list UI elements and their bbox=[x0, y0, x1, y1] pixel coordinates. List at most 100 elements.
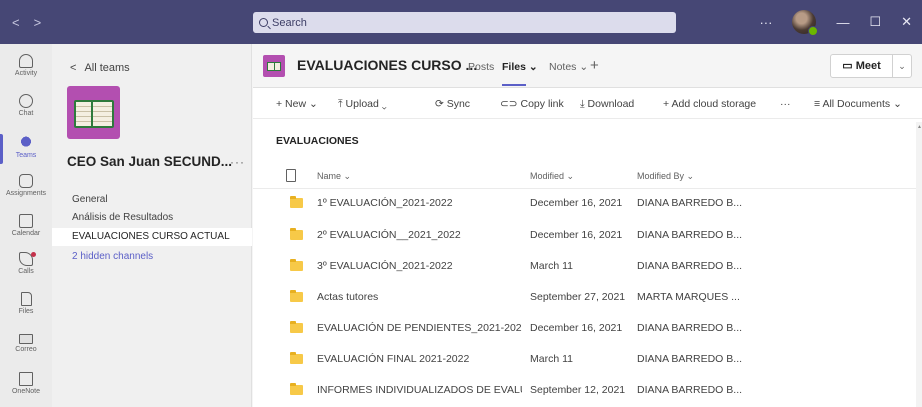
rail-activity[interactable]: Activity bbox=[0, 54, 52, 77]
scrollbar[interactable]: ▲ bbox=[916, 122, 922, 407]
meet-button[interactable]: ▭ Meet ⌄ bbox=[830, 54, 912, 78]
sync-button[interactable]: ⟳ Sync bbox=[435, 98, 470, 110]
add-cloud-storage-button[interactable]: + Add cloud storage bbox=[663, 98, 756, 110]
rail-files[interactable]: Files bbox=[0, 292, 52, 315]
rail-chat[interactable]: Chat bbox=[0, 94, 52, 117]
modified-date: December 16, 2021 bbox=[530, 197, 623, 209]
modified-by: DIANA BARREDO B... bbox=[637, 260, 743, 272]
title-bar: < > Search ··· — ☐ ✕ bbox=[0, 0, 922, 44]
rail-label: Correo bbox=[15, 346, 37, 353]
file-name[interactable]: 1º EVALUACIÓN_2021-2022 bbox=[317, 197, 522, 209]
assignments-icon bbox=[19, 174, 33, 188]
file-name[interactable]: EVALUACIÓN FINAL 2021-2022 bbox=[317, 353, 522, 365]
more-actions-button[interactable]: ··· bbox=[780, 98, 791, 110]
view-selector[interactable]: ≡ All Documents ⌄ bbox=[814, 98, 902, 110]
modified-date: March 11 bbox=[530, 353, 573, 365]
upload-button[interactable]: ⤒ Upload ⌄ bbox=[338, 98, 387, 111]
all-teams-link[interactable]: < All teams bbox=[70, 62, 130, 74]
all-teams-label: All teams bbox=[84, 62, 130, 74]
hidden-channels-link[interactable]: 2 hidden channels bbox=[52, 248, 252, 266]
download-button[interactable]: ⤓ Download bbox=[580, 98, 634, 111]
channel-evaluaciones[interactable]: EVALUACIONES CURSO ACTUAL bbox=[52, 228, 252, 246]
rail-label: Chat bbox=[18, 110, 34, 117]
modified-by: DIANA BARREDO B... bbox=[637, 322, 743, 334]
column-modified[interactable]: Modified ⌄ bbox=[530, 171, 574, 182]
table-header: Name ⌄ Modified ⌄ Modified By ⌄ bbox=[253, 163, 922, 189]
column-name[interactable]: Name ⌄ bbox=[317, 171, 351, 182]
team-more-button[interactable]: ··· bbox=[230, 155, 245, 169]
channel-analisis[interactable]: Análisis de Resultados bbox=[52, 209, 252, 227]
chevron-down-icon[interactable]: ⌄ bbox=[893, 61, 911, 72]
table-row[interactable]: Actas tutores September 27, 2021 MARTA M… bbox=[253, 281, 922, 313]
table-row[interactable]: EVALUACIÓN FINAL 2021-2022 March 11 DIAN… bbox=[253, 343, 922, 375]
tab-posts[interactable]: Posts bbox=[468, 61, 494, 73]
maximize-button[interactable]: ☐ bbox=[869, 14, 881, 30]
channel-general[interactable]: General bbox=[52, 191, 252, 209]
search-placeholder: Search bbox=[272, 16, 307, 29]
more-options-button[interactable]: ··· bbox=[759, 15, 772, 30]
file-name[interactable]: Actas tutores bbox=[317, 291, 522, 303]
modified-by: DIANA BARREDO B... bbox=[637, 229, 743, 241]
book-icon bbox=[73, 99, 114, 128]
history-nav: < > bbox=[0, 15, 252, 30]
modified-by: DIANA BARREDO B... bbox=[637, 197, 743, 209]
files-toolbar: + New ⌄ ⤒ Upload ⌄ ⟳ Sync ⊂⊃ Copy link ⤓… bbox=[253, 89, 922, 119]
rail-label: Files bbox=[18, 308, 34, 315]
meet-label[interactable]: ▭ Meet bbox=[831, 55, 893, 77]
table-row[interactable]: INFORMES INDIVIDUALIZADOS DE EVALUA... S… bbox=[253, 374, 922, 406]
minimize-button[interactable]: — bbox=[836, 15, 849, 30]
rail-correo[interactable]: Correo bbox=[0, 334, 52, 353]
rail-onenote[interactable]: OneNote bbox=[0, 372, 52, 395]
file-name[interactable]: 2º EVALUACIÓN__2021_2022 bbox=[317, 229, 522, 241]
rail-label: Activity bbox=[14, 70, 38, 77]
folder-icon bbox=[290, 383, 303, 395]
notification-badge bbox=[31, 252, 36, 257]
scroll-up-icon[interactable]: ▲ bbox=[917, 124, 922, 130]
rail-teams[interactable]: Teams bbox=[0, 134, 52, 164]
chat-icon bbox=[19, 94, 33, 108]
column-modified-by[interactable]: Modified By ⌄ bbox=[637, 171, 694, 182]
table-row[interactable]: 1º EVALUACIÓN_2021-2022 December 16, 202… bbox=[253, 187, 922, 219]
folder-icon bbox=[290, 290, 303, 302]
team-panel: < All teams CEO San Juan SECUND... ··· G… bbox=[52, 44, 252, 407]
add-tab-button[interactable]: + bbox=[590, 57, 599, 74]
table-row[interactable]: 3º EVALUACIÓN_2021-2022 March 11 DIANA B… bbox=[253, 250, 922, 282]
search-input[interactable]: Search bbox=[253, 12, 676, 33]
tab-files[interactable]: Files ⌄ bbox=[502, 61, 538, 86]
app-rail: Activity Chat Teams Assignments Calendar… bbox=[0, 44, 52, 407]
chevron-right-icon[interactable]: > bbox=[34, 15, 42, 30]
chevron-left-icon[interactable]: < bbox=[12, 15, 20, 30]
main-content: EVALUACIONES CURSO ... Posts Files ⌄ Not… bbox=[253, 44, 922, 407]
rail-label: Calls bbox=[18, 268, 34, 275]
mail-icon bbox=[19, 334, 33, 344]
onenote-icon bbox=[19, 372, 33, 386]
modified-by: DIANA BARREDO B... bbox=[637, 384, 743, 396]
rail-calendar[interactable]: Calendar bbox=[0, 214, 52, 237]
bell-icon bbox=[19, 54, 33, 68]
tab-notes[interactable]: Notes ⌄ bbox=[549, 61, 588, 73]
meet-text: Meet bbox=[855, 60, 881, 72]
rail-calls[interactable]: Calls bbox=[0, 252, 52, 275]
table-row[interactable]: 2º EVALUACIÓN__2021_2022 December 16, 20… bbox=[253, 219, 922, 251]
close-button[interactable]: ✕ bbox=[901, 14, 912, 30]
window-controls: ··· — ☐ ✕ bbox=[759, 0, 922, 44]
folder-icon bbox=[290, 196, 303, 208]
modified-date: September 12, 2021 bbox=[530, 384, 626, 396]
avatar[interactable] bbox=[792, 10, 819, 36]
new-button[interactable]: + New ⌄ bbox=[276, 98, 318, 110]
modified-by: MARTA MARQUES ... bbox=[637, 291, 740, 303]
file-name[interactable]: 3º EVALUACIÓN_2021-2022 bbox=[317, 260, 522, 272]
video-icon: ▭ bbox=[842, 60, 856, 72]
file-type-icon bbox=[286, 169, 296, 182]
channel-header: EVALUACIONES CURSO ... Posts Files ⌄ Not… bbox=[253, 44, 922, 88]
rail-assignments[interactable]: Assignments bbox=[0, 174, 52, 197]
file-name[interactable]: INFORMES INDIVIDUALIZADOS DE EVALUA... bbox=[317, 384, 522, 396]
team-name[interactable]: CEO San Juan SECUND... bbox=[67, 154, 232, 169]
rail-label: Calendar bbox=[11, 230, 41, 237]
copy-link-button[interactable]: ⊂⊃ Copy link bbox=[500, 98, 564, 110]
folder-icon bbox=[290, 259, 303, 271]
folder-icon bbox=[290, 352, 303, 364]
table-row[interactable]: EVALUACIÓN DE PENDIENTES_2021-2022 Decem… bbox=[253, 312, 922, 344]
modified-date: December 16, 2021 bbox=[530, 322, 623, 334]
file-name[interactable]: EVALUACIÓN DE PENDIENTES_2021-2022 bbox=[317, 322, 522, 334]
